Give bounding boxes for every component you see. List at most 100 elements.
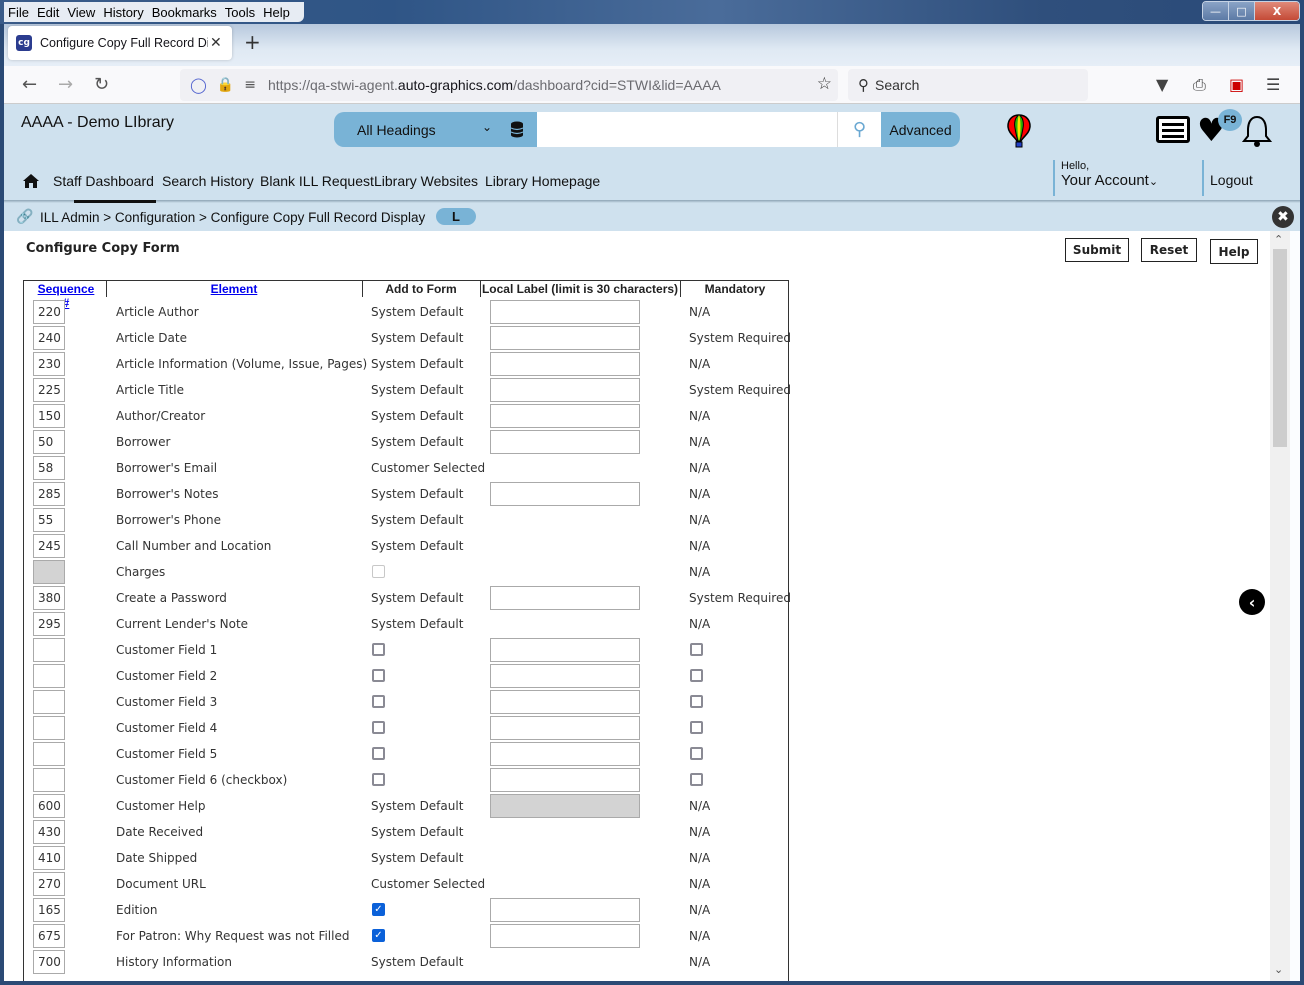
local-label-input[interactable] — [490, 404, 640, 428]
local-label-input[interactable] — [490, 898, 640, 922]
pocket-icon[interactable]: ▼ — [1156, 75, 1168, 94]
menu-help[interactable]: Help — [263, 5, 290, 20]
menu-view[interactable]: View — [67, 5, 95, 20]
search-input[interactable] — [537, 112, 837, 147]
sequence-input[interactable] — [33, 898, 65, 922]
sequence-input[interactable] — [33, 924, 65, 948]
local-label-input[interactable] — [490, 300, 640, 324]
search-submit-icon[interactable]: ⚲ — [837, 112, 881, 147]
sequence-input[interactable] — [33, 456, 65, 480]
menu-file[interactable]: File — [8, 5, 29, 20]
minimize-button[interactable]: — — [1203, 2, 1229, 20]
add-to-form-checkbox[interactable] — [372, 643, 385, 656]
new-tab-button[interactable]: + — [244, 30, 261, 54]
mandatory-checkbox[interactable] — [690, 721, 703, 734]
sequence-input[interactable] — [33, 612, 65, 636]
sequence-input[interactable] — [33, 664, 65, 688]
database-icon[interactable] — [510, 121, 524, 138]
mandatory-checkbox[interactable] — [690, 695, 703, 708]
submit-button[interactable]: Submit — [1065, 238, 1129, 262]
add-to-form-checkbox[interactable]: ✓ — [372, 929, 385, 942]
sequence-input[interactable] — [33, 378, 65, 402]
url-text[interactable]: https://qa-stwi-agent.auto-graphics.com/… — [268, 77, 721, 93]
add-to-form-checkbox[interactable] — [372, 669, 385, 682]
local-label-input[interactable] — [490, 664, 640, 688]
nav-blank-ill-request[interactable]: Blank ILL Request — [260, 173, 374, 189]
reset-button[interactable]: Reset — [1141, 238, 1197, 262]
local-label-input[interactable] — [490, 586, 640, 610]
sequence-input[interactable] — [33, 352, 65, 376]
window-close-button[interactable]: X — [1255, 2, 1299, 20]
local-label-input[interactable] — [490, 430, 640, 454]
nav-staff-dashboard[interactable]: Staff Dashboard — [53, 173, 154, 189]
menu-edit[interactable]: Edit — [37, 5, 59, 20]
add-to-form-checkbox[interactable] — [372, 695, 385, 708]
list-icon[interactable] — [1156, 116, 1190, 143]
account-menu[interactable]: Hello, Your Account⌄ — [1053, 160, 1158, 196]
browser-search-box[interactable]: ⚲ Search — [848, 69, 1088, 101]
shield-icon[interactable]: ◯ — [190, 76, 207, 94]
vertical-scrollbar[interactable]: ⌃ ⌄ — [1270, 231, 1290, 981]
sequence-input[interactable] — [33, 794, 65, 818]
chevron-left-icon[interactable]: ‹ — [1239, 589, 1265, 615]
sequence-input[interactable] — [33, 820, 65, 844]
sequence-input[interactable] — [33, 742, 65, 766]
sequence-input[interactable] — [33, 534, 65, 558]
home-icon[interactable] — [23, 174, 39, 188]
local-label-input[interactable] — [490, 482, 640, 506]
add-to-form-checkbox[interactable] — [372, 747, 385, 760]
sequence-input[interactable] — [33, 430, 65, 454]
sequence-input[interactable] — [33, 690, 65, 714]
sequence-input[interactable] — [33, 950, 65, 974]
reload-icon[interactable]: ↻ — [94, 74, 109, 95]
column-header-element[interactable]: Element — [106, 282, 362, 296]
lock-icon[interactable]: 🔒 — [217, 77, 234, 93]
scrollbar-thumb[interactable] — [1273, 249, 1287, 447]
local-label-input[interactable] — [490, 352, 640, 376]
sequence-input[interactable] — [33, 638, 65, 662]
print-icon[interactable]: ⎙ — [1193, 75, 1206, 95]
forward-icon[interactable]: → — [58, 74, 73, 95]
browser-tab[interactable]: cg Configure Copy Full Record Disp ✕ — [8, 26, 232, 60]
local-label-input[interactable] — [490, 690, 640, 714]
extension-icon[interactable]: ▣ — [1229, 75, 1244, 94]
sequence-input[interactable] — [33, 586, 65, 610]
scroll-down-icon[interactable]: ⌄ — [1274, 963, 1283, 976]
hamburger-menu-icon[interactable]: ☰ — [1266, 75, 1280, 94]
add-to-form-checkbox[interactable]: ✓ — [372, 903, 385, 916]
balloon-icon[interactable] — [1007, 114, 1031, 148]
local-label-input[interactable] — [490, 638, 640, 662]
mandatory-checkbox[interactable] — [690, 643, 703, 656]
local-label-input[interactable] — [490, 326, 640, 350]
sequence-input[interactable] — [33, 768, 65, 792]
url-bar[interactable]: ◯ 🔒 ≡ https://qa-stwi-agent.auto-graphic… — [180, 69, 838, 101]
sequence-input[interactable] — [33, 872, 65, 896]
local-label-input[interactable] — [490, 768, 640, 792]
search-scope-select[interactable]: All Headings ⌄ — [334, 112, 537, 147]
bell-icon[interactable] — [1240, 114, 1274, 148]
sequence-input[interactable] — [33, 404, 65, 428]
tab-close-icon[interactable]: ✕ — [210, 35, 222, 51]
sequence-input[interactable] — [33, 846, 65, 870]
bookmark-star-icon[interactable]: ☆ — [817, 74, 832, 94]
mandatory-checkbox[interactable] — [690, 773, 703, 786]
scroll-up-icon[interactable]: ⌃ — [1274, 233, 1283, 246]
advanced-search-button[interactable]: Advanced — [881, 112, 960, 147]
nav-library-homepage[interactable]: Library Homepage — [485, 173, 600, 189]
sequence-input[interactable] — [33, 716, 65, 740]
local-label-input[interactable] — [490, 716, 640, 740]
maximize-button[interactable]: □ — [1229, 2, 1255, 20]
menu-tools[interactable]: Tools — [225, 5, 255, 20]
close-icon[interactable]: ✖ — [1272, 206, 1294, 228]
logout-link[interactable]: Logout — [1202, 160, 1253, 196]
add-to-form-checkbox[interactable] — [372, 721, 385, 734]
add-to-form-checkbox[interactable] — [372, 773, 385, 786]
back-icon[interactable]: ← — [22, 74, 37, 95]
sequence-input[interactable] — [33, 508, 65, 532]
mandatory-checkbox[interactable] — [690, 669, 703, 682]
local-label-input[interactable] — [490, 378, 640, 402]
permissions-icon[interactable]: ≡ — [244, 77, 256, 93]
nav-library-websites[interactable]: Library Websites — [374, 173, 478, 189]
help-button[interactable]: Help — [1210, 239, 1258, 264]
local-label-input[interactable] — [490, 742, 640, 766]
